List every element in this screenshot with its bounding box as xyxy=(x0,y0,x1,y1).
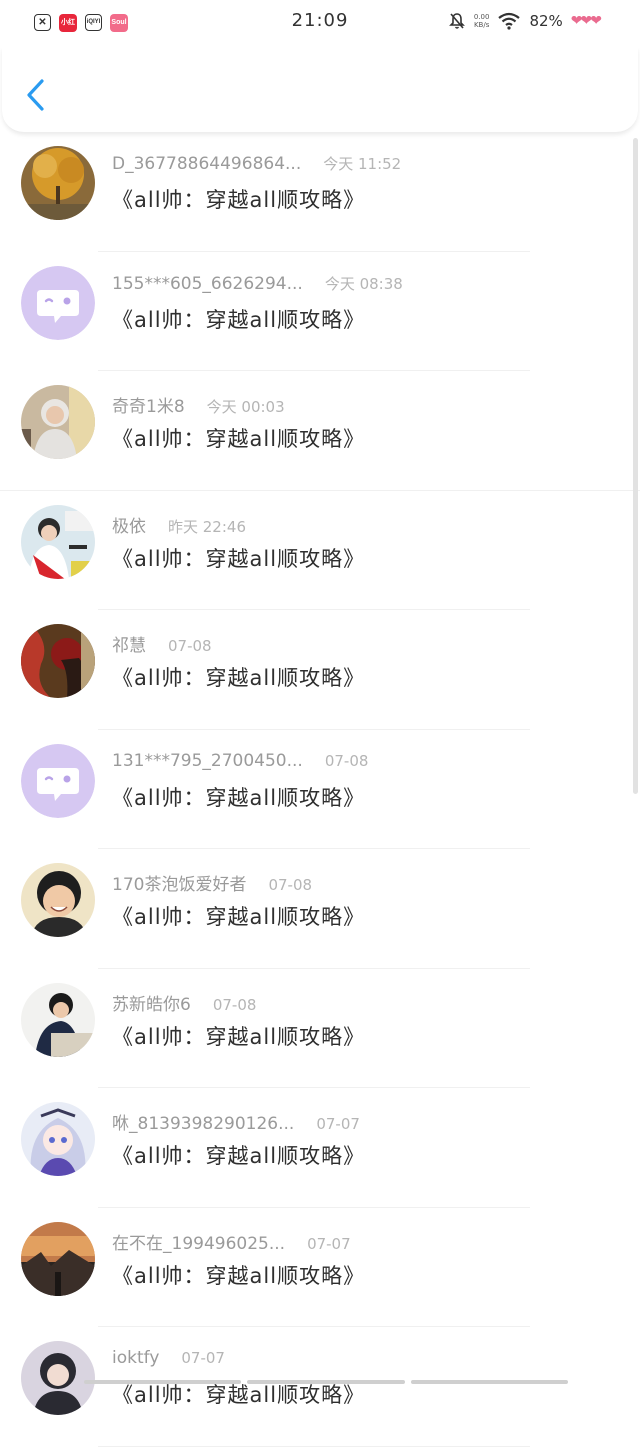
avatar[interactable] xyxy=(21,146,95,220)
bell-muted-icon xyxy=(448,13,465,29)
conversation-item[interactable]: 祁慧 07-08 《all帅：穿越all顺攻略》 xyxy=(0,610,640,730)
contact-name: D_36778864496864... xyxy=(112,154,302,174)
conversation-item[interactable]: 奇奇1米8 今天 00:03 《all帅：穿越all顺攻略》 xyxy=(0,371,640,491)
message-preview: 《all帅：穿越all顺攻略》 xyxy=(112,427,366,451)
top-bar xyxy=(2,48,638,133)
system-icons: 0.00 KB/s 82% ❤❤❤ xyxy=(448,12,602,30)
message-time: 今天 08:38 xyxy=(324,274,403,293)
contact-name: 咻_8139398290126... xyxy=(112,1114,295,1134)
conversation-item[interactable]: 极依 昨天 22:46 《all帅：穿越all顺攻略》 xyxy=(0,491,640,611)
battery-level: 82% xyxy=(529,12,563,30)
message-time: 07-07 xyxy=(307,1234,351,1253)
contact-name: 在不在_199496025... xyxy=(112,1233,286,1254)
conversation-item[interactable]: 苏新皓你6 07-08 《all帅：穿越all顺攻略》 xyxy=(0,969,640,1089)
default-chat-avatar-icon[interactable] xyxy=(21,743,95,818)
message-time: 07-07 xyxy=(181,1349,225,1367)
message-preview: 《all帅：穿越all顺攻略》 xyxy=(112,1024,366,1049)
avatar[interactable] xyxy=(21,982,95,1057)
avatar[interactable] xyxy=(21,504,95,579)
conversation-item[interactable]: 155***605_6626294... 今天 08:38 《all帅：穿越all… xyxy=(0,252,640,372)
message-preview: 《all帅：穿越all顺攻略》 xyxy=(112,188,366,212)
conversation-list: D_36778864496864... 今天 11:52 《all帅：穿越all顺… xyxy=(0,132,640,1447)
contact-name: 奇奇1米8 xyxy=(112,397,185,417)
message-preview: 《all帅：穿越all顺攻略》 xyxy=(112,546,366,571)
contact-name: 155***605_6626294... xyxy=(112,273,303,294)
network-speed: 0.00 KB/s xyxy=(473,13,490,29)
contact-name: 祁慧 xyxy=(112,636,146,656)
conversation-item[interactable]: D_36778864496864... 今天 11:52 《all帅：穿越all顺… xyxy=(0,132,640,252)
message-time: 07-08 xyxy=(268,876,313,894)
conversation-item[interactable]: 170茶泡饭爱好者 07-08 《all帅：穿越all顺攻略》 xyxy=(0,849,640,969)
message-preview: 《all帅：穿越all顺攻略》 xyxy=(112,307,366,332)
avatar[interactable] xyxy=(21,1102,95,1176)
contact-name: 170茶泡饭爱好者 xyxy=(112,875,247,895)
avatar[interactable] xyxy=(21,1221,95,1296)
message-preview: 《all帅：穿越all顺攻略》 xyxy=(112,785,366,810)
message-time: 今天 00:03 xyxy=(206,398,285,416)
message-time: 07-08 xyxy=(324,751,369,770)
hearts-icon: ❤❤❤ xyxy=(570,13,602,29)
status-bar: ✕ 小红书 iQIYI Soul 21:09 0.00 KB/s 82% ❤❤❤ xyxy=(0,0,640,48)
chevron-left-icon xyxy=(27,79,44,111)
gesture-bar xyxy=(84,1380,568,1384)
wifi-icon xyxy=(498,12,521,30)
conversation-item[interactable]: 在不在_199496025... 07-07 《all帅：穿越all顺攻略》 xyxy=(0,1208,640,1328)
message-preview: 《all帅：穿越all顺攻略》 xyxy=(112,905,366,929)
conversation-item[interactable]: 131***795_2700450... 07-08 《all帅：穿越all顺攻略… xyxy=(0,730,640,850)
contact-name: 苏新皓你6 xyxy=(112,994,191,1015)
message-time: 07-08 xyxy=(212,995,257,1014)
contact-name: ioktfy xyxy=(112,1348,160,1368)
avatar[interactable] xyxy=(21,863,95,937)
back-button[interactable] xyxy=(20,76,52,114)
conversation-item[interactable]: 咻_8139398290126... 07-07 《all帅：穿越all顺攻略》 xyxy=(0,1088,640,1208)
contact-name: 131***795_2700450... xyxy=(112,750,303,771)
avatar[interactable] xyxy=(21,624,95,698)
scrollbar[interactable] xyxy=(633,138,638,794)
message-time: 07-07 xyxy=(316,1115,360,1133)
message-time: 07-08 xyxy=(168,637,212,655)
message-time: 今天 11:52 xyxy=(323,155,402,173)
avatar[interactable] xyxy=(21,1341,95,1415)
message-preview: 《all帅：穿越all顺攻略》 xyxy=(112,1263,366,1288)
avatar[interactable] xyxy=(21,385,95,459)
default-chat-avatar-icon[interactable] xyxy=(21,265,95,340)
contact-name: 极依 xyxy=(112,516,146,537)
message-time: 昨天 22:46 xyxy=(168,517,246,536)
message-preview: 《all帅：穿越all顺攻略》 xyxy=(112,666,366,690)
message-preview: 《all帅：穿越all顺攻略》 xyxy=(112,1144,366,1168)
